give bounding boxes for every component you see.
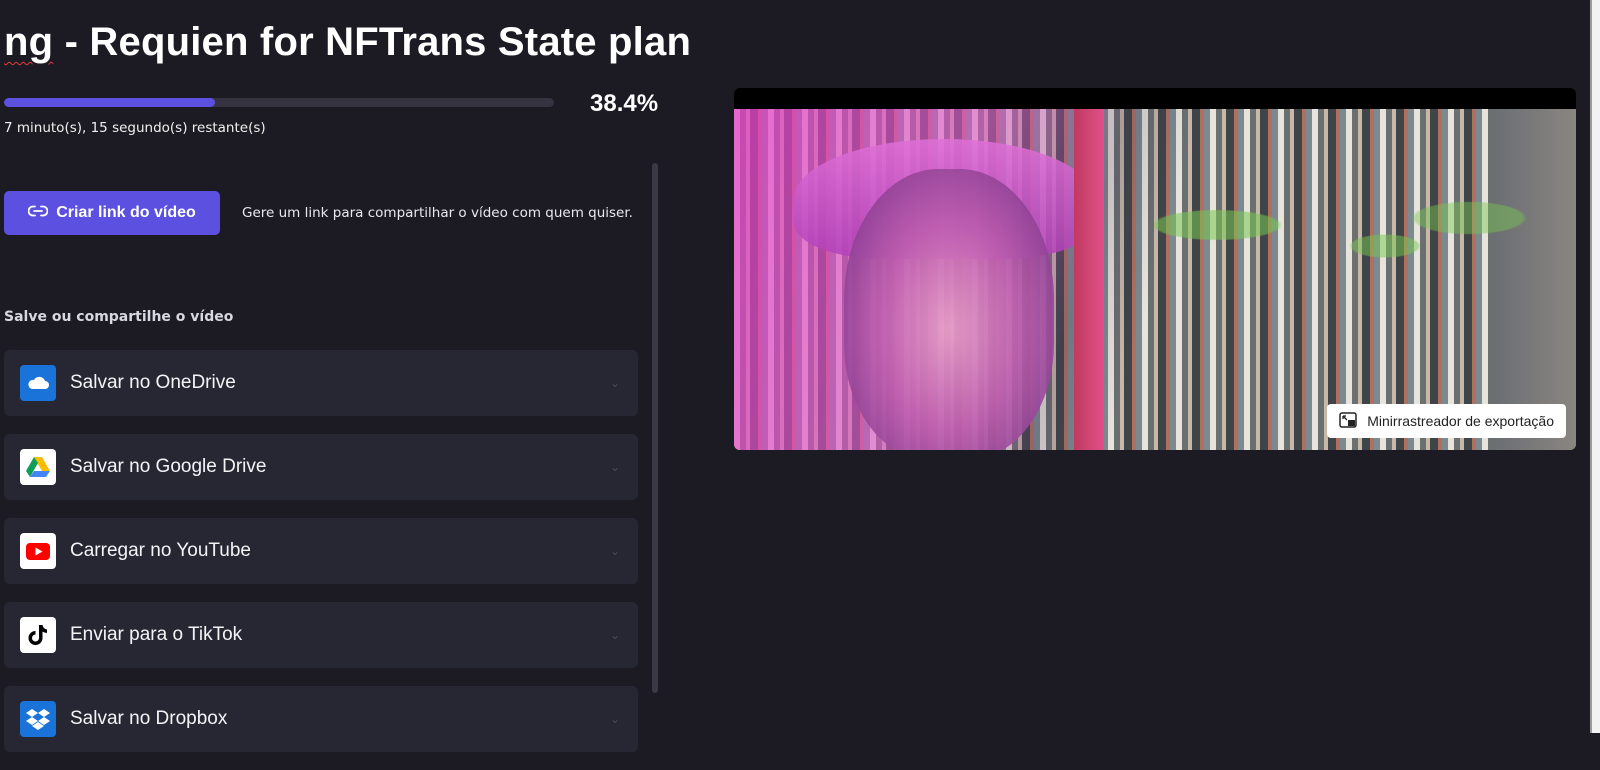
video-frame xyxy=(734,109,1576,450)
dropbox-icon xyxy=(20,701,56,737)
share-section-label: Salve ou compartilhe o vídeo xyxy=(4,309,234,325)
page-title: ng - Requien for NFTrans State plan xyxy=(4,20,691,65)
mini-export-tracker-button[interactable]: Minirrastreador de exportação xyxy=(1327,404,1566,438)
export-time-remaining: 7 minuto(s), 15 segundo(s) restante(s) xyxy=(4,120,266,136)
create-video-link-label: Criar link do vídeo xyxy=(56,204,196,221)
tiktok-icon xyxy=(20,617,56,653)
share-item-onedrive[interactable]: Salvar no OneDrive ⌄ xyxy=(4,350,638,416)
title-text: - Requien for NFTrans State plan xyxy=(53,20,692,64)
google-drive-icon xyxy=(20,449,56,485)
link-icon xyxy=(27,204,49,222)
chevron-down-icon: ⌄ xyxy=(609,376,620,390)
picture-in-picture-icon xyxy=(1339,411,1357,431)
share-item-youtube[interactable]: Carregar no YouTube ⌄ xyxy=(4,518,638,584)
youtube-icon xyxy=(20,533,56,569)
window-scrollbar[interactable] xyxy=(1590,0,1600,733)
chevron-down-icon: ⌄ xyxy=(609,460,620,474)
chevron-down-icon: ⌄ xyxy=(609,628,620,642)
share-item-label: Carregar no YouTube xyxy=(70,540,251,561)
panel-scrollbar[interactable] xyxy=(652,163,658,693)
share-item-tiktok[interactable]: Enviar para o TikTok ⌄ xyxy=(4,602,638,668)
onedrive-icon xyxy=(20,365,56,401)
create-link-description: Gere um link para compartilhar o vídeo c… xyxy=(242,205,633,221)
share-item-label: Enviar para o TikTok xyxy=(70,624,243,645)
export-progress-bar xyxy=(4,98,554,107)
share-options-list: Salvar no OneDrive ⌄ Salvar no Google Dr… xyxy=(4,350,638,770)
export-progress-percent: 38.4% xyxy=(590,90,659,117)
share-item-dropbox[interactable]: Salvar no Dropbox ⌄ xyxy=(4,686,638,752)
mini-export-tracker-label: Minirrastreador de exportação xyxy=(1367,413,1554,429)
share-item-google-drive[interactable]: Salvar no Google Drive ⌄ xyxy=(4,434,638,500)
chevron-down-icon: ⌄ xyxy=(609,712,620,726)
share-item-label: Salvar no Google Drive xyxy=(70,456,267,477)
create-video-link-button[interactable]: Criar link do vídeo xyxy=(4,191,220,235)
share-item-label: Salvar no OneDrive xyxy=(70,372,236,393)
video-overlay-effect xyxy=(1154,169,1574,309)
chevron-down-icon: ⌄ xyxy=(609,544,620,558)
share-item-label: Salvar no Dropbox xyxy=(70,708,228,729)
video-subject-face xyxy=(844,169,1054,450)
title-prefix: ng xyxy=(4,20,54,64)
video-preview: Minirrastreador de exportação xyxy=(734,88,1576,450)
export-progress-fill xyxy=(4,98,216,107)
